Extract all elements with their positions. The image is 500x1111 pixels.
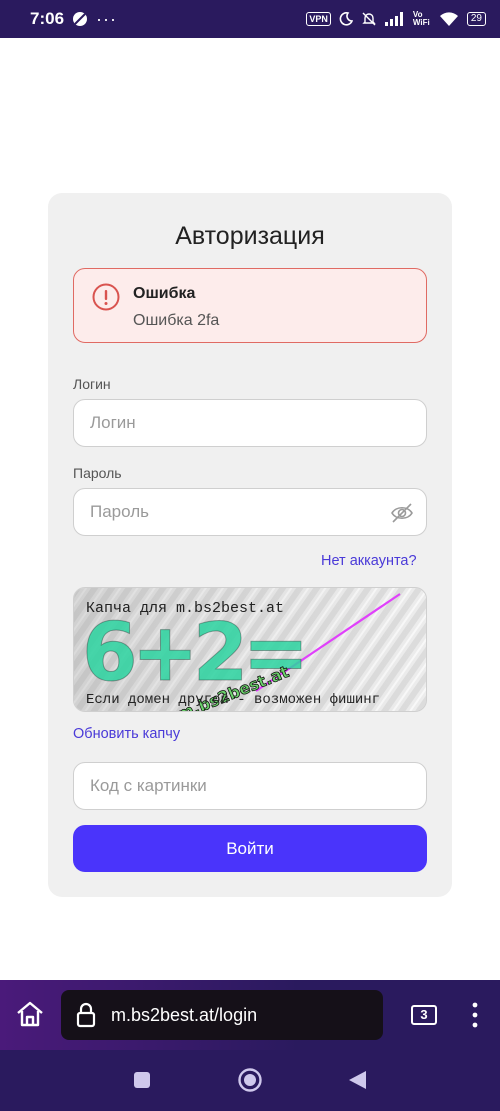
eye-off-icon[interactable] <box>390 502 414 524</box>
error-icon <box>92 283 120 311</box>
more-options-icon[interactable] <box>472 1002 478 1028</box>
no-account-link[interactable]: Нет аккаунта? <box>321 553 417 569</box>
wifi-icon <box>439 12 458 26</box>
silent-icon <box>362 12 376 26</box>
page-title: Авторизация <box>175 222 325 250</box>
tab-count: 3 <box>420 1007 428 1022</box>
captcha-bottom-text: Если домен другой - возможен фишинг <box>86 691 380 708</box>
refresh-captcha-link[interactable]: Обновить капчу <box>73 726 180 742</box>
tabs-button[interactable]: 3 <box>411 1005 437 1025</box>
status-time: 7:06 <box>30 9 65 28</box>
error-alert: Ошибка Ошибка 2fa <box>73 268 427 343</box>
data-saver-icon <box>73 12 88 26</box>
back-nav-button[interactable] <box>346 1069 368 1091</box>
home-nav-button[interactable] <box>237 1067 263 1093</box>
login-label: Логин <box>73 376 111 392</box>
volte-label: Vo WiFi <box>412 10 430 27</box>
battery-indicator: 29 <box>466 12 486 26</box>
captcha-input[interactable] <box>73 762 427 810</box>
captcha-image: Капча для m.bs2best.at 6+2= m.bs2best.at… <box>73 587 427 712</box>
system-nav-bar <box>0 1050 500 1111</box>
password-label: Пароль <box>73 465 122 481</box>
password-input[interactable] <box>73 488 427 536</box>
signal-icon <box>384 12 403 26</box>
address-bar[interactable]: m.bs2best.at/login <box>61 990 383 1040</box>
home-icon[interactable] <box>15 1000 45 1028</box>
alert-message: Ошибка 2fa <box>133 312 220 329</box>
notification-dots: ··· <box>96 8 118 29</box>
browser-toolbar: m.bs2best.at/login 3 <box>0 980 500 1050</box>
url-text: m.bs2best.at/login <box>111 1005 258 1025</box>
alert-title: Ошибка <box>133 285 196 302</box>
status-bar: 7:06 ··· VPN Vo WiFi 29 <box>0 0 500 38</box>
lock-icon <box>76 1002 96 1028</box>
login-input[interactable] <box>73 399 427 447</box>
moon-icon <box>339 12 353 26</box>
vpn-badge: VPN <box>306 12 331 26</box>
recent-apps-button[interactable] <box>132 1070 152 1090</box>
login-button[interactable]: Войти <box>73 825 427 872</box>
